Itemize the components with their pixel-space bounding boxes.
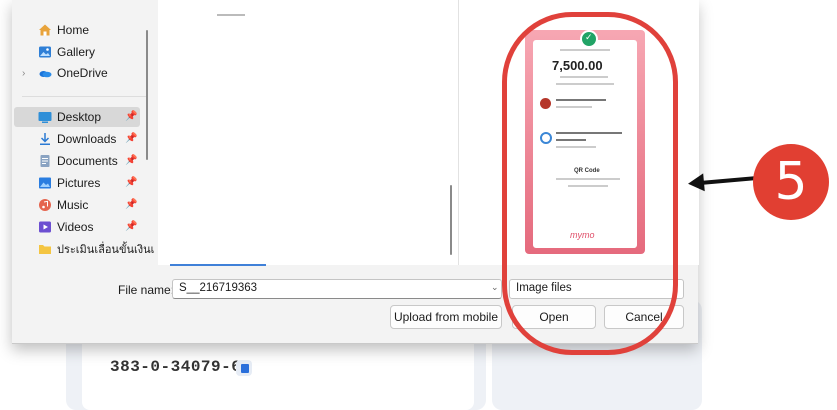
nav-item-folder[interactable]: ประเมินเลื่อนขั้นเงินเ	[38, 239, 154, 259]
chevron-right-icon[interactable]: ›	[22, 68, 25, 79]
nav-item-gallery[interactable]: Gallery	[38, 42, 95, 62]
nav-label: Documents	[57, 154, 118, 168]
desktop-icon	[38, 110, 52, 124]
nav-label: Videos	[57, 220, 94, 234]
arrow-head-icon	[687, 173, 705, 193]
nav-item-desktop[interactable]: Desktop	[38, 107, 101, 127]
pin-icon[interactable]: 📌	[125, 221, 137, 232]
nav-item-pictures[interactable]: Pictures	[38, 173, 100, 193]
navigation-pane: Home Gallery › OneDrive Desktop 📌 Downlo…	[12, 0, 158, 265]
file-scrollbar[interactable]	[450, 185, 452, 255]
step-number-badge: 5	[753, 144, 829, 220]
nav-item-home[interactable]: Home	[38, 20, 89, 40]
download-icon	[38, 132, 52, 146]
nav-scrollbar[interactable]	[146, 30, 148, 160]
home-icon	[38, 23, 52, 37]
pin-icon[interactable]: 📌	[125, 111, 137, 122]
nav-label: Home	[57, 23, 90, 37]
nav-label: Pictures	[57, 176, 101, 190]
file-fragment	[217, 14, 245, 16]
file-name-label: File name:	[118, 283, 175, 297]
nav-label: OneDrive	[57, 66, 108, 80]
chevron-down-icon[interactable]: ⌄	[491, 282, 499, 293]
nav-item-onedrive[interactable]: OneDrive	[38, 63, 108, 83]
documents-icon	[38, 154, 52, 168]
copy-icon[interactable]	[236, 360, 252, 376]
nav-item-music[interactable]: Music	[38, 195, 88, 215]
highlight-oval	[502, 12, 678, 355]
pictures-icon	[38, 176, 52, 190]
upload-from-mobile-button[interactable]: Upload from mobile	[390, 305, 502, 329]
nav-divider	[22, 96, 146, 97]
pin-icon[interactable]: 📌	[125, 155, 137, 166]
nav-label: Gallery	[57, 45, 96, 59]
selected-file-underline	[170, 264, 266, 266]
onedrive-icon	[38, 66, 52, 80]
nav-label: Downloads	[57, 132, 117, 146]
nav-label: Music	[57, 198, 89, 212]
account-number: 383-0-34079-6	[110, 358, 242, 376]
file-list-pane[interactable]	[158, 0, 458, 265]
music-icon	[38, 198, 52, 212]
videos-icon	[38, 220, 52, 234]
folder-icon	[38, 242, 52, 256]
nav-label: Desktop	[57, 110, 102, 124]
gallery-icon	[38, 45, 52, 59]
nav-label: ประเมินเลื่อนขั้นเงินเ	[57, 244, 155, 256]
nav-item-videos[interactable]: Videos	[38, 217, 93, 237]
file-name-input[interactable]: S__216719363	[172, 279, 502, 299]
pin-icon[interactable]: 📌	[125, 177, 137, 188]
pin-icon[interactable]: 📌	[125, 133, 137, 144]
pin-icon[interactable]: 📌	[125, 199, 137, 210]
nav-item-downloads[interactable]: Downloads	[38, 129, 116, 149]
nav-item-documents[interactable]: Documents	[38, 151, 118, 171]
